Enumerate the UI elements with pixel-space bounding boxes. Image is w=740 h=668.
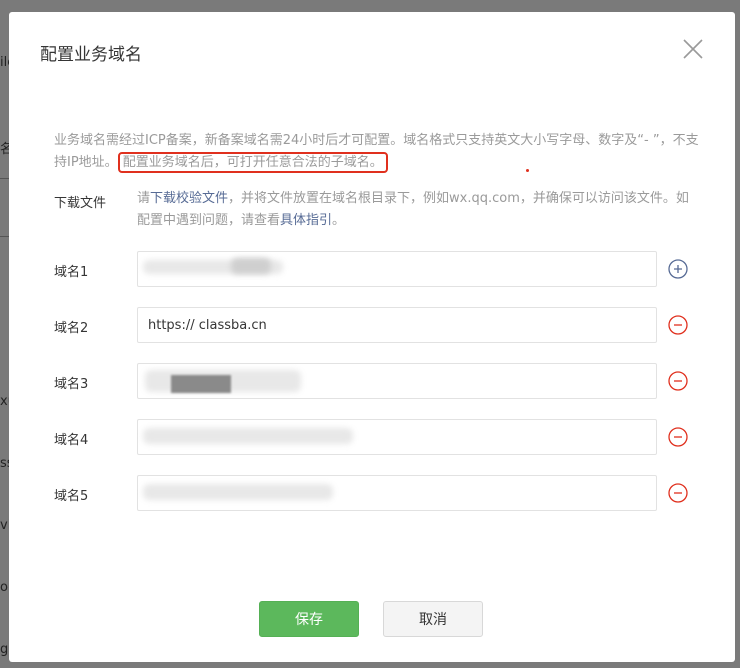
- redacted-text: [171, 375, 231, 393]
- background-text-fragment: g: [0, 642, 9, 657]
- remove-circle-icon: [668, 427, 688, 447]
- add-circle-icon: [668, 259, 688, 279]
- domain-3-label: 域名3: [54, 377, 89, 392]
- download-file-description: 请下载校验文件，并将文件放置在域名根目录下，例如wx.qq.com，并确保可以访…: [137, 188, 697, 232]
- domain-notice: 业务域名需经过ICP备案，新备案域名需24小时后才可配置。域名格式只支持英文大小…: [54, 130, 704, 174]
- cancel-button[interactable]: 取消: [383, 601, 483, 637]
- close-button[interactable]: [681, 37, 705, 61]
- remove-domain-4-button[interactable]: [668, 427, 688, 447]
- annotation-dot: [526, 169, 529, 172]
- redacted-text: [143, 428, 353, 444]
- remove-domain-3-button[interactable]: [668, 371, 688, 391]
- download-text: 请: [137, 191, 151, 206]
- notice-highlight-text: 配置业务域名后，可打开任意合法的子域名。: [117, 152, 388, 173]
- dialog-title: 配置业务域名: [40, 45, 142, 65]
- domain-5-label: 域名5: [54, 489, 89, 504]
- remove-domain-2-button[interactable]: [668, 315, 688, 335]
- redacted-text: [231, 258, 271, 274]
- configure-domain-dialog: 配置业务域名 业务域名需经过ICP备案，新备案域名需24小时后才可配置。域名格式…: [9, 12, 735, 662]
- download-text: 。: [332, 213, 346, 228]
- domain-2-label: 域名2: [54, 321, 89, 336]
- download-file-label: 下载文件: [54, 196, 107, 211]
- save-button[interactable]: 保存: [259, 601, 359, 637]
- redacted-text: [143, 484, 333, 500]
- remove-domain-5-button[interactable]: [668, 483, 688, 503]
- remove-circle-icon: [668, 315, 688, 335]
- close-icon: [683, 39, 703, 59]
- remove-circle-icon: [668, 371, 688, 391]
- domain-4-label: 域名4: [54, 433, 89, 448]
- domain-1-label: 域名1: [54, 265, 89, 280]
- add-domain-button[interactable]: [668, 259, 688, 279]
- remove-circle-icon: [668, 483, 688, 503]
- domain-2-input[interactable]: [137, 307, 657, 343]
- download-verify-file-link[interactable]: 下载校验文件: [150, 191, 228, 206]
- guide-link[interactable]: 具体指引: [280, 213, 332, 228]
